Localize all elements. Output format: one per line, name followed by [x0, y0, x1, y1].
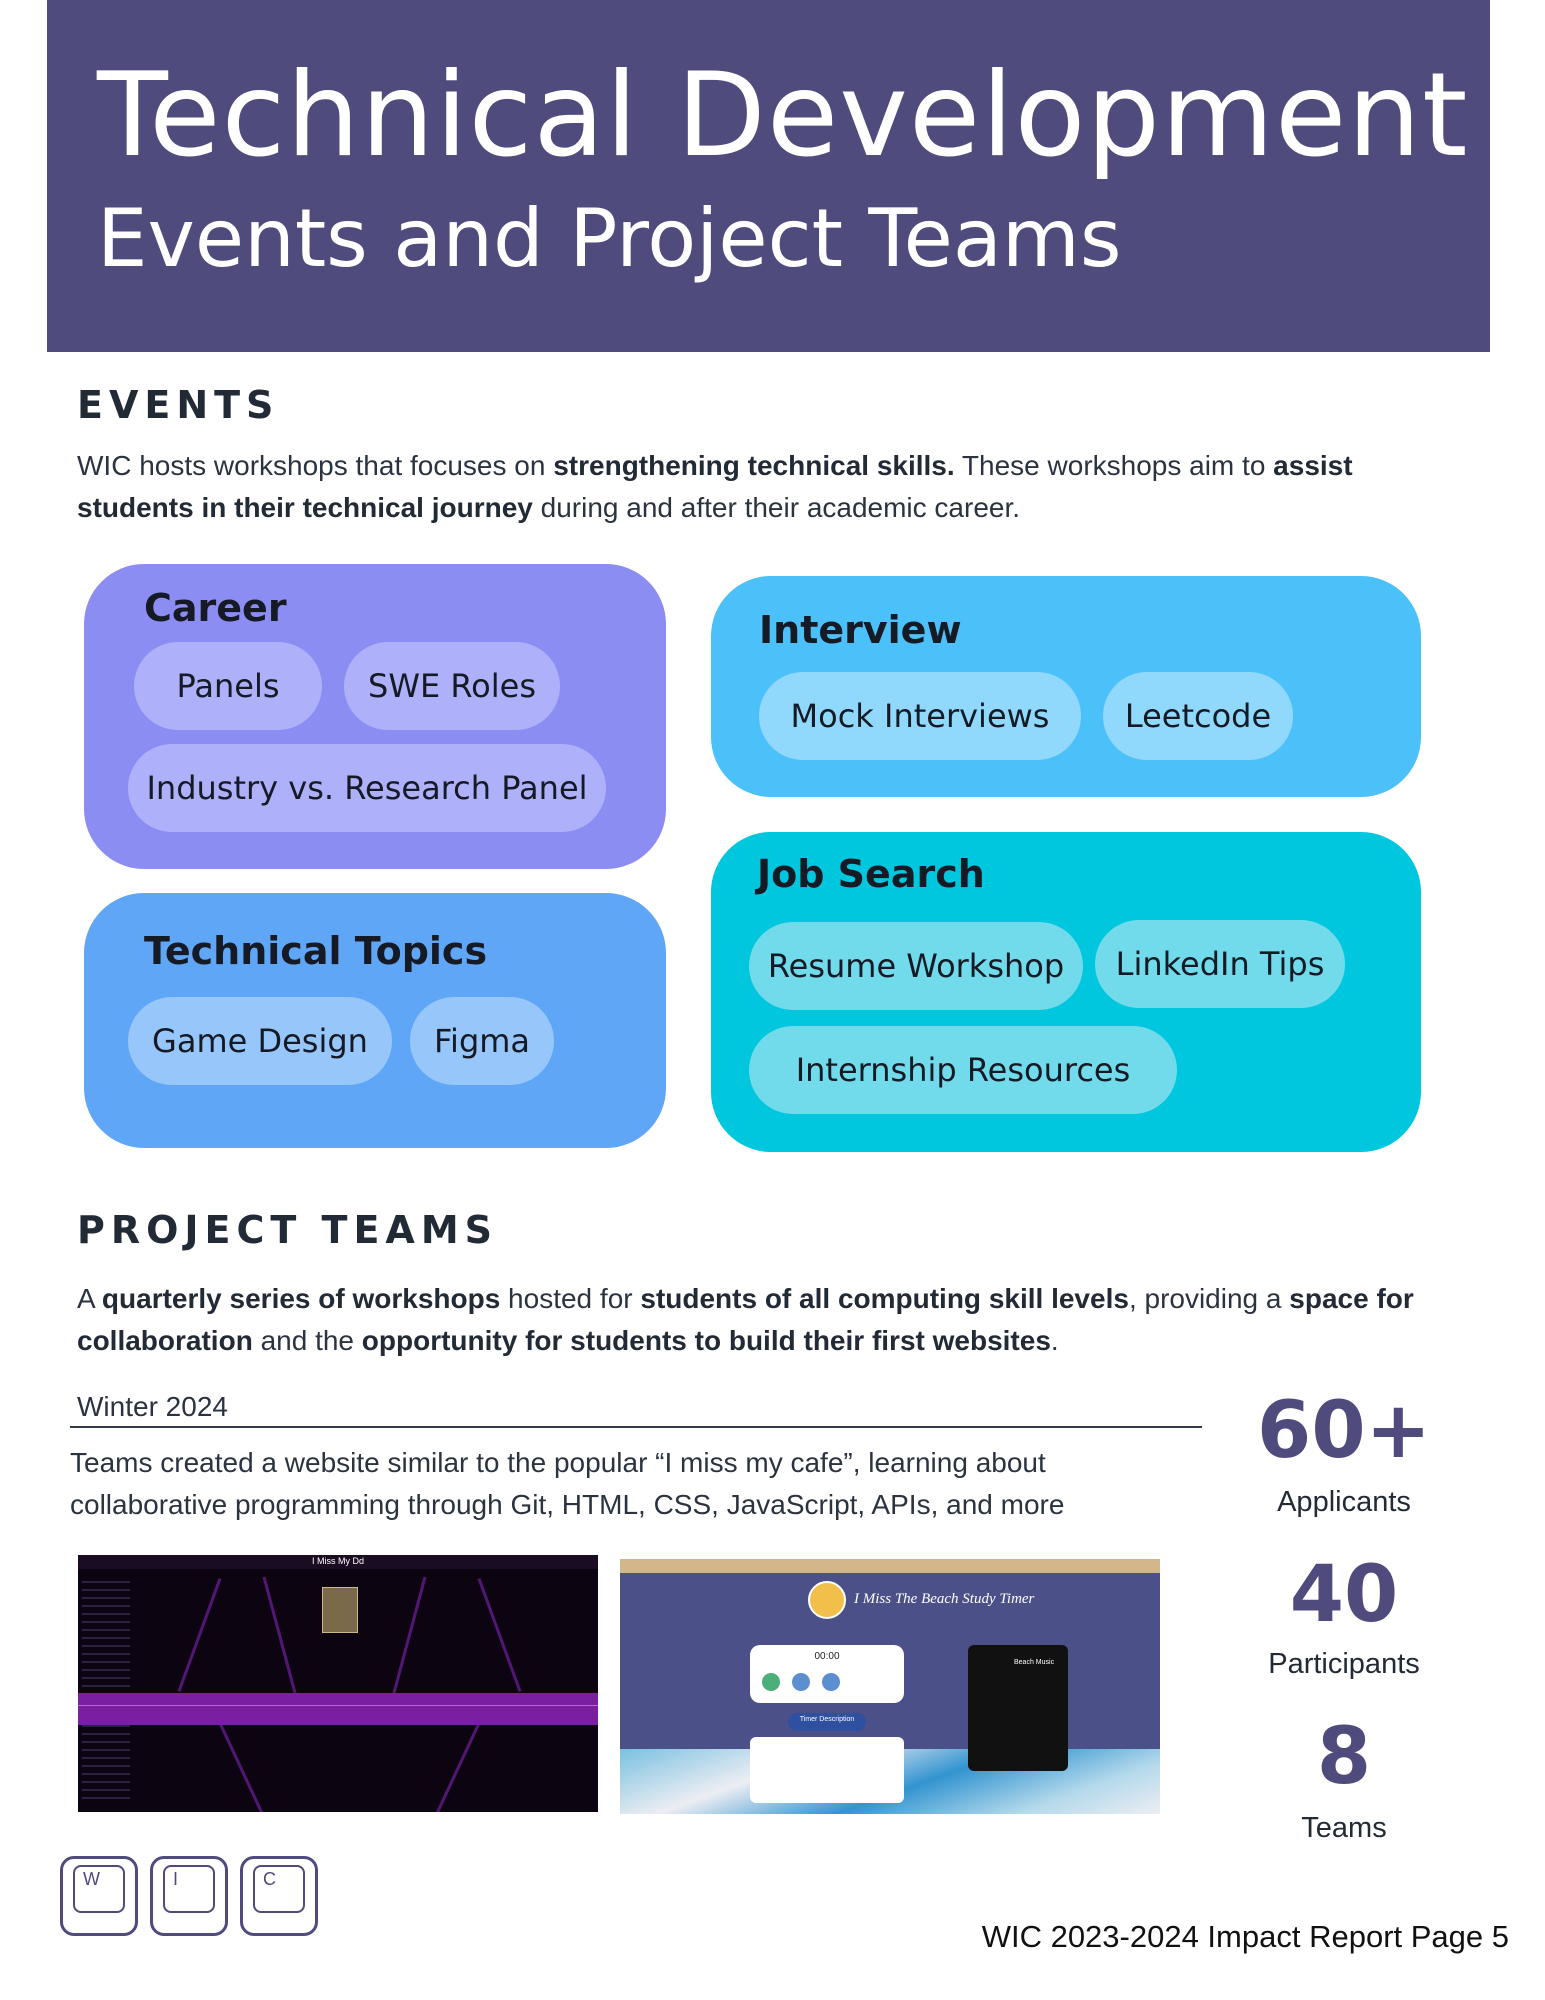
events-intro: WIC hosts workshops that focuses on stre… [77, 445, 1477, 529]
winter-divider [70, 1426, 1202, 1428]
events-intro-text: during and after their academic career. [532, 492, 1021, 523]
job-pill-resume-workshop: Resume Workshop [749, 922, 1083, 1010]
screenshot-title: I Miss My Dd [311, 1556, 364, 1566]
project-screenshot-beach-timer: I Miss The Beach Study Timer 00:00 Timer… [620, 1559, 1160, 1814]
screenshot-description-box [750, 1737, 904, 1803]
key-letter: I [173, 1869, 179, 1889]
stat-teams-label: Teams [1301, 1812, 1387, 1844]
key-top: C [253, 1865, 305, 1913]
screenshot-table-band [78, 1693, 598, 1725]
stat-applicants-value: 60+ [1257, 1386, 1431, 1476]
pt-intro-bold: students of all computing skill levels [640, 1283, 1129, 1314]
events-intro-text: These workshops aim to [954, 450, 1274, 481]
pt-intro-text: . [1050, 1325, 1059, 1356]
pt-intro-bold: quarterly series of workshops [101, 1283, 501, 1314]
career-pill-panels: Panels [134, 642, 322, 730]
screenshot-description-label: Timer Description [799, 1716, 855, 1723]
pt-intro-text: and the [252, 1325, 362, 1356]
beach-logo-icon [808, 1581, 846, 1619]
winter-2024-label: Winter 2024 [77, 1391, 228, 1422]
page-footer: WIC 2023-2024 Impact Report Page 5 [981, 1919, 1509, 1954]
start-dot-icon [762, 1673, 780, 1691]
events-intro-bold: strengthening technical skills. [553, 450, 955, 481]
pomodoro-dot-icon [792, 1673, 810, 1691]
decor-beam [392, 1576, 427, 1694]
events-heading: EVENTS [77, 383, 280, 427]
screenshot-app-title: I Miss The Beach Study Timer [854, 1591, 1035, 1607]
long-break-dot-icon [822, 1673, 840, 1691]
screenshot-music-title: Beach Music [1014, 1659, 1055, 1666]
career-card-title: Career [144, 586, 287, 630]
stat-teams-value: 8 [1316, 1712, 1372, 1802]
events-intro-text: WIC hosts workshops that focuses on [77, 450, 554, 481]
decor-beam [477, 1578, 522, 1692]
interview-card-title: Interview [759, 608, 962, 652]
stat-participants-value: 40 [1289, 1550, 1399, 1640]
decor-beam [432, 1709, 487, 1812]
pt-intro-text: hosted for [500, 1283, 641, 1314]
decor-beam [177, 1578, 222, 1692]
career-pill-industry-research: Industry vs. Research Panel [128, 744, 606, 832]
interview-pill-mock-interviews: Mock Interviews [759, 672, 1081, 760]
screenshot-timer-readout: 00:00 [814, 1651, 840, 1662]
job-search-card: Job Search Resume Workshop LinkedIn Tips… [711, 832, 1421, 1152]
key-letter: W [83, 1869, 100, 1889]
career-pill-swe-roles: SWE Roles [344, 642, 560, 730]
header-banner: Technical Development Events and Project… [47, 0, 1490, 352]
wic-logo-key-i: I [150, 1856, 228, 1936]
job-pill-internship-resources: Internship Resources [749, 1026, 1177, 1114]
wic-logo-key-c: C [240, 1856, 318, 1936]
winter-description: Teams created a website similar to the p… [70, 1447, 1065, 1520]
career-card: Career Panels SWE Roles Industry vs. Res… [84, 564, 666, 869]
key-top: W [73, 1865, 125, 1913]
project-teams-heading: PROJECT TEAMS [77, 1208, 499, 1252]
wic-logo-key-w: W [60, 1856, 138, 1936]
screenshot-photo [322, 1587, 358, 1633]
project-screenshot-i-miss-my-dd: I Miss My Dd [78, 1555, 598, 1812]
decor-beam [212, 1709, 267, 1812]
screenshot-table-line [78, 1705, 598, 1706]
screenshot-sidebar [82, 1575, 130, 1805]
stat-applicants-label: Applicants [1277, 1486, 1411, 1518]
key-top: I [163, 1865, 215, 1913]
technical-pill-figma: Figma [410, 997, 554, 1085]
project-teams-intro: A quarterly series of workshops hosted f… [77, 1278, 1497, 1362]
job-pill-linkedin-tips: LinkedIn Tips [1095, 920, 1345, 1008]
decor-beam [262, 1576, 297, 1694]
key-letter: C [263, 1869, 276, 1889]
screenshot-nav-bar [620, 1559, 1160, 1573]
pt-intro-bold: opportunity for students to build their … [361, 1325, 1051, 1356]
page-title: Technical Development [97, 48, 1469, 183]
pt-intro-text: , providing a [1128, 1283, 1290, 1314]
technical-topics-card: Technical Topics Game Design Figma [84, 893, 666, 1148]
stat-participants-label: Participants [1268, 1648, 1420, 1680]
technical-pill-game-design: Game Design [128, 997, 392, 1085]
technical-topics-card-title: Technical Topics [144, 929, 488, 973]
pt-intro-text: A [77, 1283, 102, 1314]
page-subtitle: Events and Project Teams [97, 192, 1122, 285]
job-search-card-title: Job Search [757, 852, 985, 896]
interview-card: Interview Mock Interviews Leetcode [711, 576, 1421, 797]
interview-pill-leetcode: Leetcode [1103, 672, 1293, 760]
